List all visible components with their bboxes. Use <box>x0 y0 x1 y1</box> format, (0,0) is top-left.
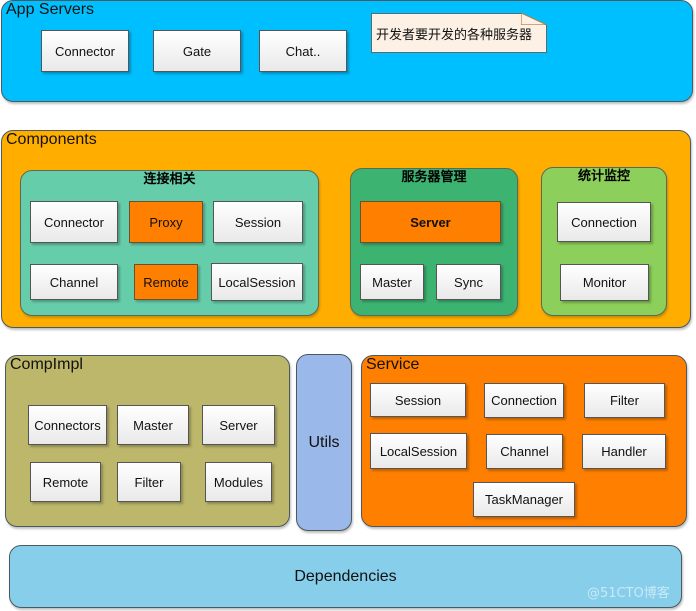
service-channel[interactable]: Channel <box>486 434 563 469</box>
component-channel[interactable]: Channel <box>30 264 118 300</box>
utils-block: Utils <box>296 354 352 531</box>
components-title: Components <box>6 131 97 148</box>
annotation-note: 开发者要开发的各种服务器 <box>371 13 547 53</box>
app-server-connector[interactable]: Connector <box>41 30 129 72</box>
app-server-chat[interactable]: Chat.. <box>259 30 347 72</box>
component-sync[interactable]: Sync <box>436 264 501 300</box>
compimpl-master[interactable]: Master <box>117 405 189 445</box>
compimpl-connectors[interactable]: Connectors <box>28 405 107 445</box>
dependencies-block: Dependencies <box>9 545 682 608</box>
service-handler[interactable]: Handler <box>582 434 666 469</box>
service-title: Service <box>366 356 420 373</box>
compimpl-server[interactable]: Server <box>202 405 275 445</box>
utils-title: Utils <box>308 433 340 451</box>
component-proxy[interactable]: Proxy <box>129 201 203 243</box>
app-servers-title: App Servers <box>6 1 95 18</box>
compimpl-filter[interactable]: Filter <box>117 462 181 502</box>
service-session[interactable]: Session <box>370 383 466 417</box>
dependencies-title: Dependencies <box>294 567 397 585</box>
service-localsession[interactable]: LocalSession <box>370 433 467 469</box>
app-server-gate[interactable]: Gate <box>153 30 241 72</box>
component-monitor[interactable]: Monitor <box>560 264 649 301</box>
statistics-monitoring-subgroup-title: 统计监控 <box>577 169 630 184</box>
component-localsession[interactable]: LocalSession <box>211 263 303 301</box>
annotation-note-text: 开发者要开发的各种服务器 <box>376 27 533 43</box>
component-session[interactable]: Session <box>213 201 303 243</box>
server-management-subgroup-title: 服务器管理 <box>401 170 467 185</box>
service-connection[interactable]: Connection <box>484 383 564 418</box>
component-remote[interactable]: Remote <box>134 264 198 300</box>
component-master[interactable]: Master <box>360 264 424 300</box>
service-taskmanager[interactable]: TaskManager <box>473 482 575 517</box>
compimpl-remote[interactable]: Remote <box>30 462 101 502</box>
component-connection[interactable]: Connection <box>557 202 651 242</box>
component-connector[interactable]: Connector <box>30 201 118 243</box>
component-server[interactable]: Server <box>360 201 501 243</box>
watermark-text: @51CTO博客 <box>587 586 670 601</box>
compimpl-title: CompImpl <box>10 356 83 373</box>
connection-subgroup-title: 连接相关 <box>143 172 196 187</box>
note-fold-icon <box>521 13 547 25</box>
service-filter[interactable]: Filter <box>584 383 665 418</box>
compimpl-modules[interactable]: Modules <box>205 462 272 502</box>
